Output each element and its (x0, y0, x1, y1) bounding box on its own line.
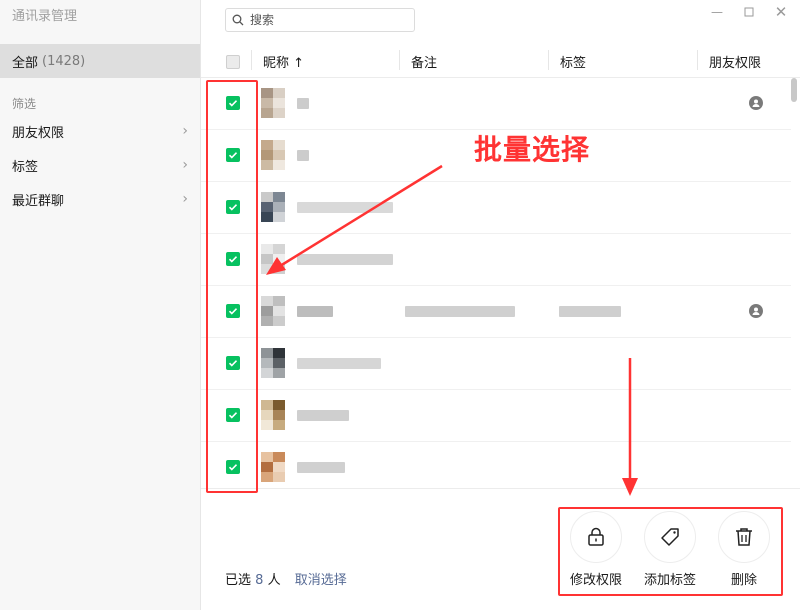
arrow-to-actions-head (622, 478, 638, 496)
arrow-to-checkboxes-head (266, 257, 286, 275)
arrow-to-checkboxes (279, 164, 443, 268)
annotation-arrows (266, 164, 638, 496)
